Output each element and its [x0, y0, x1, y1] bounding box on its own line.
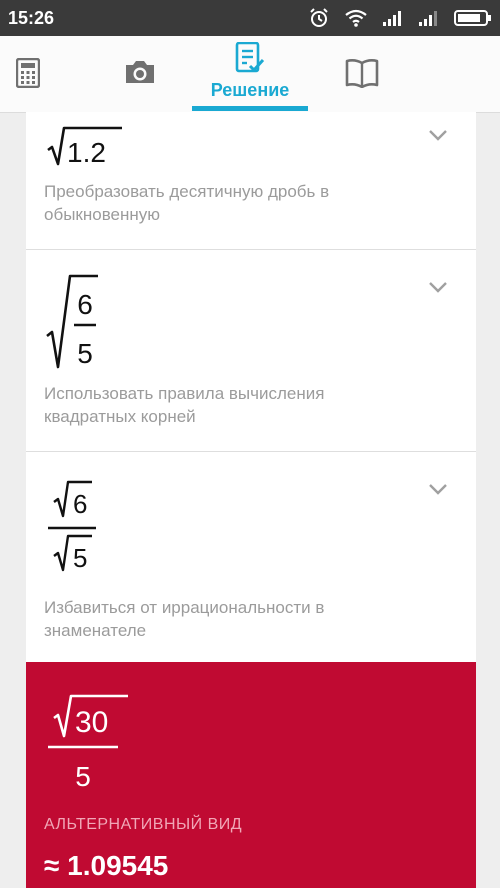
signal-icon — [419, 11, 437, 26]
numerator-text: 6 — [73, 489, 87, 519]
status-bar: 15:26 — [0, 0, 500, 36]
numerator-text: 6 — [77, 289, 93, 320]
solution-icon — [235, 42, 265, 73]
radicand-text: 1.2 — [67, 137, 106, 166]
tab-solution-label: Решение — [210, 80, 290, 100]
result-expression: 30 5 — [48, 694, 128, 792]
chevron-down-icon[interactable] — [428, 482, 448, 496]
book-icon — [345, 59, 379, 88]
result-denominator-text: 5 — [75, 761, 91, 792]
alternative-form-label: АЛЬТЕРНАТИВНЫЙ ВИД — [44, 816, 243, 833]
result-numerator-text: 30 — [75, 706, 108, 739]
step-card[interactable]: 1.2 Преобразовать десятичную дробь в обы… — [26, 112, 476, 250]
step-expression: 6 5 — [46, 274, 98, 369]
top-tab-bar: Решение — [0, 36, 500, 113]
step-card[interactable]: 6 5 Избавиться от иррациональности в зна… — [26, 452, 476, 663]
step-hint: Избавиться от иррациональности в знамена… — [44, 598, 325, 640]
wifi-icon — [345, 9, 367, 27]
tab-camera[interactable] — [120, 36, 160, 112]
step-expression: 1.2 — [47, 126, 122, 166]
chevron-down-icon[interactable] — [428, 280, 448, 294]
step-hint: Преобразовать десятичную дробь в обыкнов… — [44, 182, 330, 224]
calculator-icon — [16, 58, 40, 88]
step-expression: 6 5 — [48, 480, 96, 573]
step-card[interactable]: 6 5 Использовать правила вычисления квад… — [26, 250, 476, 452]
solution-steps: 1.2 Преобразовать десятичную дробь в обы… — [0, 112, 500, 888]
step-hint: Использовать правила вычисления квадратн… — [44, 384, 325, 426]
result-card[interactable]: 30 5 АЛЬТЕРНАТИВНЫЙ ВИД ≈ 1.09545 — [26, 662, 476, 888]
signal-icon — [383, 11, 401, 26]
denominator-text: 5 — [77, 338, 93, 369]
status-icons — [308, 6, 492, 30]
chevron-down-icon[interactable] — [428, 128, 448, 142]
camera-icon — [126, 61, 154, 83]
active-tab-indicator — [192, 106, 308, 111]
tab-calculator[interactable] — [14, 36, 44, 112]
battery-icon — [454, 10, 491, 26]
tab-book[interactable] — [344, 36, 380, 112]
approximate-value: ≈ 1.09545 — [44, 850, 169, 881]
denominator-text: 5 — [73, 543, 87, 573]
alarm-icon — [310, 8, 328, 27]
tab-solution[interactable]: Решение — [192, 36, 308, 112]
clock: 15:26 — [8, 8, 55, 28]
